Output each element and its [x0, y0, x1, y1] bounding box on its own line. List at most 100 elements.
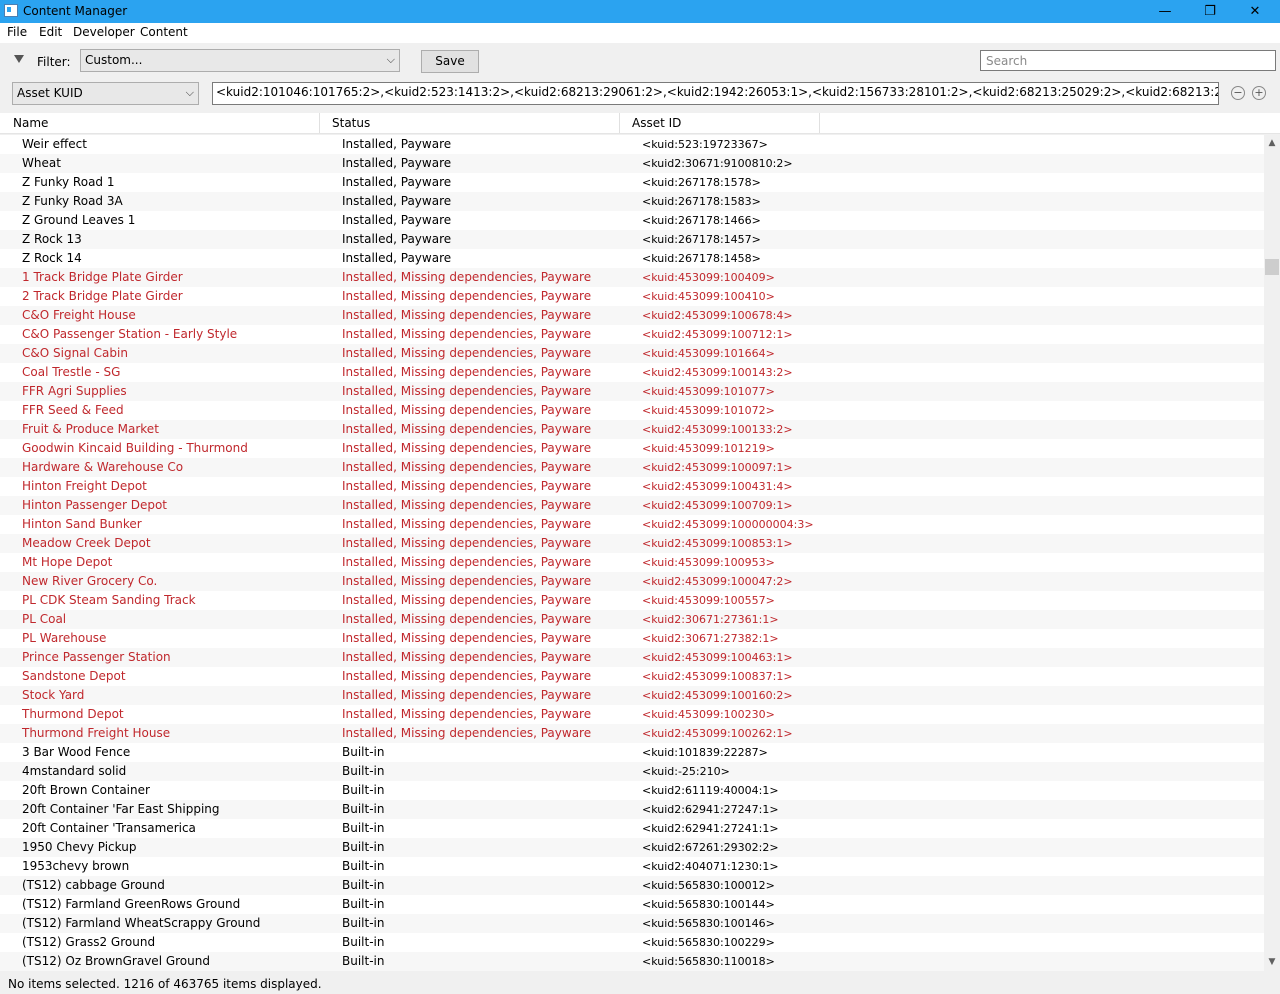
cell-asset-id: <kuid2:453099:100000004:3>	[642, 518, 814, 531]
table-row[interactable]: Prince Passenger Station Installed, Missi…	[0, 648, 1264, 667]
cell-status: Installed, Missing dependencies, Payware	[342, 422, 592, 436]
table-row[interactable]: C&O Passenger Station - Early Style Insta…	[0, 325, 1264, 344]
cell-status: Installed, Missing dependencies, Payware	[342, 270, 592, 284]
restore-button[interactable]: ❐	[1187, 0, 1233, 23]
scrollbar-thumb[interactable]	[1265, 259, 1279, 275]
cell-status: Installed, Payware	[342, 213, 452, 227]
table-row[interactable]: C&O Signal Cabin Installed, Missing depen…	[0, 344, 1264, 363]
table-row[interactable]: New River Grocery Co. Installed, Missing …	[0, 572, 1264, 591]
table-row[interactable]: Weir effect Installed, Payware <kuid:523:1…	[0, 135, 1264, 154]
toolbar: Filter: Custom... ⌵ Save Asset KUID ⌵ <k…	[0, 43, 1280, 113]
cell-name: FFR Seed & Feed	[22, 403, 124, 417]
table-row[interactable]: 20ft Brown Container Built-in <kuid2:61119…	[0, 781, 1264, 800]
menu-file[interactable]: File	[7, 25, 27, 39]
cell-asset-id: <kuid2:453099:100837:1>	[642, 670, 793, 683]
title-bar: Content Manager — ❐ ✕	[0, 0, 1280, 23]
table-row[interactable]: 1950 Chevy Pickup Built-in <kuid2:67261:29…	[0, 838, 1264, 857]
table-row[interactable]: Thurmond Freight House Installed, Missing…	[0, 724, 1264, 743]
query-field-dropdown[interactable]: Asset KUID ⌵	[12, 82, 199, 105]
cell-asset-id: <kuid2:30671:9100810:2>	[642, 157, 793, 170]
column-asset-id[interactable]: Asset ID	[620, 113, 820, 133]
table-row[interactable]: (TS12) cabbage Ground Built-in <kuid:56583…	[0, 876, 1264, 895]
table-row[interactable]: 2 Track Bridge Plate Girder Installed, Mi…	[0, 287, 1264, 306]
column-status[interactable]: Status	[320, 113, 620, 133]
table-row[interactable]: 3 Bar Wood Fence Built-in <kuid:101839:222…	[0, 743, 1264, 762]
table-row[interactable]: Hinton Freight Depot Installed, Missing d…	[0, 477, 1264, 496]
menu-edit[interactable]: Edit	[39, 25, 62, 39]
cell-status: Installed, Missing dependencies, Payware	[342, 574, 592, 588]
column-header: Name Status Asset ID	[0, 113, 1280, 134]
table-row[interactable]: PL CDK Steam Sanding Track Installed, Mis…	[0, 591, 1264, 610]
table-row[interactable]: Z Rock 13 Installed, Payware <kuid:267178:…	[0, 230, 1264, 249]
cell-name: Thurmond Depot	[22, 707, 124, 721]
table-row[interactable]: 4mstandard solid Built-in <kuid:-25:210>	[0, 762, 1264, 781]
vertical-scrollbar[interactable]: ▲ ▼	[1264, 135, 1280, 971]
column-name[interactable]: Name	[0, 113, 320, 133]
scroll-down-icon[interactable]: ▼	[1264, 954, 1280, 971]
table-row[interactable]: 1953chevy brown Built-in <kuid2:404071:123…	[0, 857, 1264, 876]
cell-name: Z Rock 13	[22, 232, 82, 246]
table-row[interactable]: PL Warehouse Installed, Missing dependenc…	[0, 629, 1264, 648]
cell-name: Weir effect	[22, 137, 87, 151]
menu-content[interactable]: Content	[140, 25, 188, 39]
remove-condition-button[interactable]: −	[1231, 86, 1245, 100]
filter-dropdown[interactable]: Custom... ⌵	[80, 49, 400, 72]
table-row[interactable]: Hardware & Warehouse Co Installed, Missin…	[0, 458, 1264, 477]
search-input[interactable]	[980, 50, 1276, 71]
table-row[interactable]: Z Funky Road 3A Installed, Payware <kuid:2…	[0, 192, 1264, 211]
table-row[interactable]: FFR Seed & Feed Installed, Missing depend…	[0, 401, 1264, 420]
cell-status: Installed, Missing dependencies, Payware	[342, 517, 592, 531]
table-row[interactable]: Hinton Sand Bunker Installed, Missing dep…	[0, 515, 1264, 534]
table-row[interactable]: Z Rock 14 Installed, Payware <kuid:267178:…	[0, 249, 1264, 268]
triangle-down-icon[interactable]	[14, 55, 24, 63]
save-button[interactable]: Save	[421, 50, 479, 73]
cell-status: Installed, Missing dependencies, Payware	[342, 593, 592, 607]
chevron-down-icon: ⌵	[386, 53, 395, 66]
kuid-query-input[interactable]: <kuid2:101046:101765:2>,<kuid2:523:1413:…	[212, 82, 1219, 105]
menu-developer[interactable]: Developer	[73, 25, 135, 39]
cell-status: Built-in	[342, 935, 385, 949]
table-row[interactable]: (TS12) Grass2 Ground Built-in <kuid:565830…	[0, 933, 1264, 952]
cell-status: Installed, Missing dependencies, Payware	[342, 308, 592, 322]
table-row[interactable]: (TS12) Farmland GreenRows Ground Built-in…	[0, 895, 1264, 914]
close-button[interactable]: ✕	[1232, 0, 1278, 23]
table-row[interactable]: Coal Trestle - SG Installed, Missing depe…	[0, 363, 1264, 382]
cell-asset-id: <kuid2:453099:100712:1>	[642, 328, 793, 341]
table-row[interactable]: 1 Track Bridge Plate Girder Installed, Mi…	[0, 268, 1264, 287]
table-row[interactable]: FFR Agri Supplies Installed, Missing depe…	[0, 382, 1264, 401]
table-row[interactable]: Mt Hope Depot Installed, Missing dependen…	[0, 553, 1264, 572]
table-row[interactable]: Meadow Creek Depot Installed, Missing dep…	[0, 534, 1264, 553]
cell-name: (TS12) Farmland GreenRows Ground	[22, 897, 241, 911]
table-row[interactable]: (TS12) Farmland WheatScrappy Ground Built…	[0, 914, 1264, 933]
menu-bar: File Edit Developer Content	[0, 23, 1280, 43]
status-text: No items selected. 1216 of 463765 items …	[8, 977, 322, 991]
cell-asset-id: <kuid2:453099:100160:2>	[642, 689, 793, 702]
cell-name: C&O Passenger Station - Early Style	[22, 327, 238, 341]
cell-asset-id: <kuid2:453099:100143:2>	[642, 366, 793, 379]
table-row[interactable]: (TS12) Oz BrownGravel Ground Built-in <kui…	[0, 952, 1264, 971]
table-row[interactable]: Sandstone Depot Installed, Missing depend…	[0, 667, 1264, 686]
cell-name: Fruit & Produce Market	[22, 422, 159, 436]
table-row[interactable]: Hinton Passenger Depot Installed, Missing…	[0, 496, 1264, 515]
cell-asset-id: <kuid:267178:1583>	[642, 195, 761, 208]
add-condition-button[interactable]: +	[1252, 86, 1266, 100]
cell-status: Installed, Missing dependencies, Payware	[342, 498, 592, 512]
minimize-button[interactable]: —	[1142, 0, 1188, 23]
table-row[interactable]: Thurmond Depot Installed, Missing depende…	[0, 705, 1264, 724]
table-row[interactable]: Z Ground Leaves 1 Installed, Payware <kuid…	[0, 211, 1264, 230]
cell-name: Hinton Passenger Depot	[22, 498, 168, 512]
table-row[interactable]: Goodwin Kincaid Building - Thurmond Insta…	[0, 439, 1264, 458]
table-row[interactable]: PL Coal Installed, Missing dependencies, …	[0, 610, 1264, 629]
cell-asset-id: <kuid:453099:100230>	[642, 708, 775, 721]
table-row[interactable]: Wheat Installed, Payware <kuid2:30671:9100…	[0, 154, 1264, 173]
scroll-up-icon[interactable]: ▲	[1264, 135, 1280, 152]
cell-asset-id: <kuid2:67261:29302:2>	[642, 841, 779, 854]
cell-name: (TS12) Oz BrownGravel Ground	[22, 954, 210, 968]
cell-status: Built-in	[342, 859, 385, 873]
table-row[interactable]: Fruit & Produce Market Installed, Missing…	[0, 420, 1264, 439]
table-row[interactable]: 20ft Container 'Far East Shipping Built-i…	[0, 800, 1264, 819]
table-row[interactable]: Stock Yard Installed, Missing dependencie…	[0, 686, 1264, 705]
table-row[interactable]: 20ft Container 'Transamerica Built-in <kui…	[0, 819, 1264, 838]
table-row[interactable]: Z Funky Road 1 Installed, Payware <kuid:26…	[0, 173, 1264, 192]
table-row[interactable]: C&O Freight House Installed, Missing depe…	[0, 306, 1264, 325]
